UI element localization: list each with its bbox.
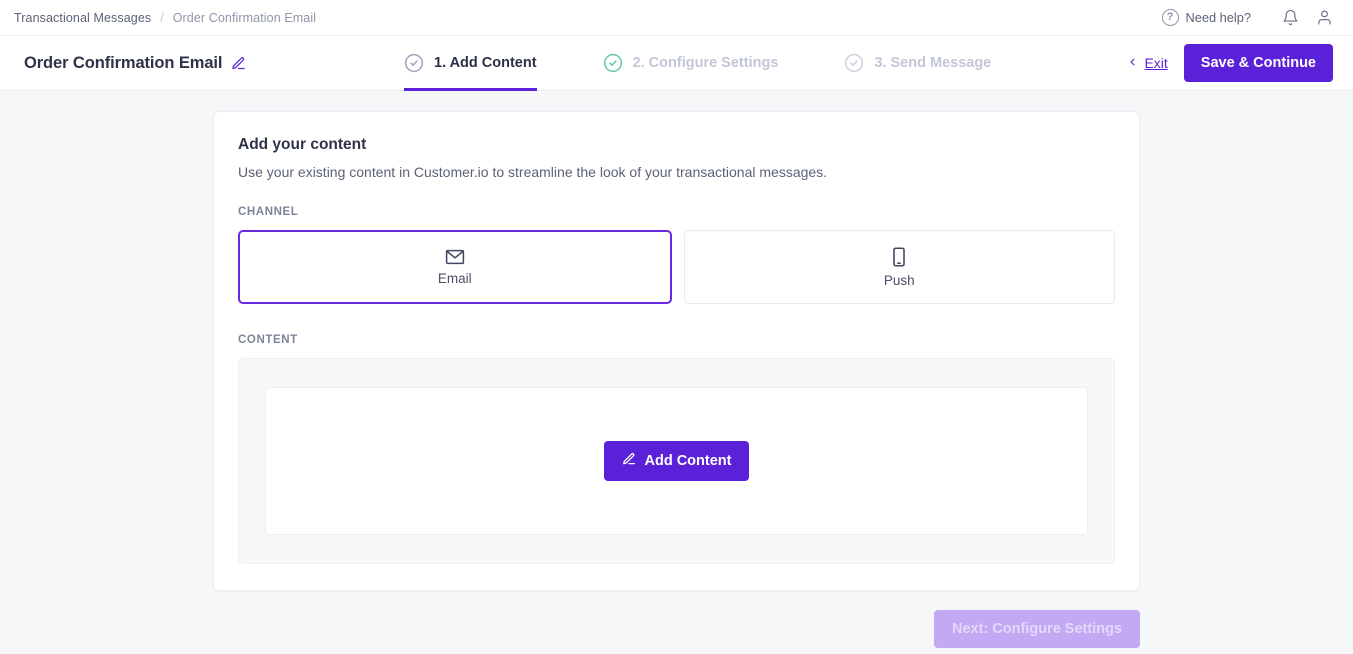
need-help-label: Need help?: [1185, 10, 1251, 25]
check-circle-icon: [603, 53, 623, 73]
need-help-link[interactable]: ? Need help?: [1161, 9, 1251, 26]
breadcrumb-current: Order Confirmation Email: [172, 10, 317, 25]
page-header: Order Confirmation Email 1. Add Content: [0, 36, 1353, 91]
channel-section-label: CHANNEL: [238, 206, 299, 218]
check-circle-icon: [404, 53, 424, 73]
add-content-button-label: Add Content: [644, 453, 732, 469]
breadcrumb-separator: /: [160, 10, 164, 25]
next-configure-settings-button[interactable]: Next: Configure Settings: [934, 610, 1140, 648]
wizard-step-2-label: 2. Configure Settings: [632, 55, 779, 71]
wizard-step-1-underline: [404, 88, 537, 91]
wizard-step-2[interactable]: 2. Configure Settings: [603, 36, 801, 90]
header-actions: Exit Save & Continue: [1127, 36, 1333, 90]
add-content-card: Add your content Use your existing conte…: [213, 111, 1140, 591]
pencil-icon[interactable]: [231, 56, 246, 71]
wizard-steps: 1. Add Content 2. Configure Settings 3. …: [404, 36, 1127, 91]
footer-actions: Next: Configure Settings: [213, 610, 1140, 648]
page-title: Order Confirmation Email: [24, 53, 223, 72]
card-title: Add your content: [238, 136, 367, 153]
envelope-icon: [445, 249, 465, 265]
channel-option-push[interactable]: Push: [683, 230, 1115, 304]
wizard-step-3-label: 3. Send Message: [874, 55, 992, 71]
wizard-step-1-label: 1. Add Content: [434, 55, 537, 71]
breadcrumb-bar: Transactional Messages / Order Confirmat…: [0, 0, 1353, 36]
user-icon[interactable]: [1311, 5, 1337, 31]
exit-link[interactable]: Exit: [1127, 55, 1168, 72]
save-and-continue-button[interactable]: Save & Continue: [1183, 44, 1333, 82]
title-block: Order Confirmation Email: [24, 36, 404, 90]
wizard-step-1[interactable]: 1. Add Content: [404, 36, 559, 91]
mobile-phone-icon: [892, 246, 906, 267]
channel-option-email[interactable]: Email: [238, 230, 672, 304]
channel-option-push-label: Push: [883, 272, 915, 288]
pencil-icon: [622, 452, 636, 470]
content-dropzone[interactable]: Add Content: [265, 387, 1088, 535]
card-description: Use your existing content in Customer.io…: [238, 164, 828, 180]
content-panel: Add Content: [238, 358, 1115, 564]
check-circle-icon: [844, 53, 864, 73]
bell-icon[interactable]: [1277, 5, 1303, 31]
exit-label: Exit: [1144, 55, 1168, 71]
content-section-label: CONTENT: [238, 334, 298, 346]
chevron-left-icon: [1127, 55, 1138, 72]
breadcrumb-parent-link[interactable]: Transactional Messages: [14, 11, 151, 25]
question-mark-circle-icon: ?: [1161, 9, 1179, 26]
wizard-step-3[interactable]: 3. Send Message: [844, 36, 1013, 90]
channel-option-email-label: Email: [437, 270, 472, 286]
add-content-button[interactable]: Add Content: [603, 441, 750, 481]
main-content: Add your content Use your existing conte…: [0, 91, 1353, 648]
channel-options: Email Push: [238, 230, 1115, 304]
